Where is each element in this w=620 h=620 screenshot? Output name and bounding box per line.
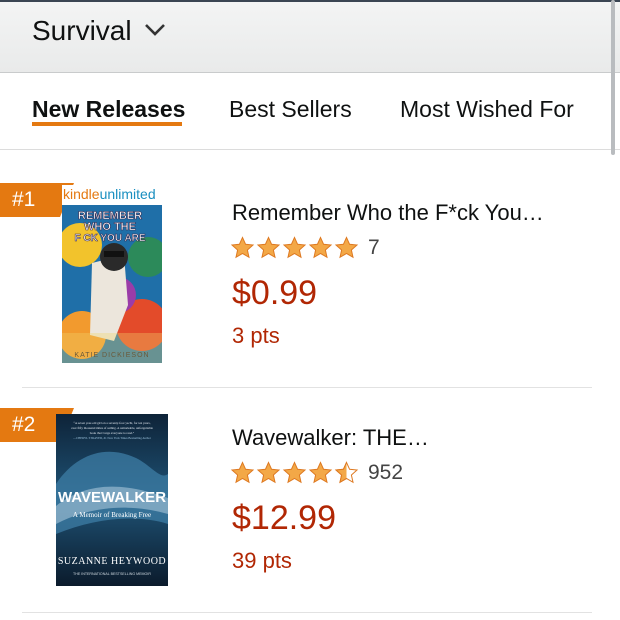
rank-badge: #1 — [0, 183, 74, 217]
star-full-icon — [282, 461, 307, 484]
star-full-icon — [334, 236, 359, 259]
cover-title: WAVEWALKER — [58, 489, 166, 506]
cover-tagline: THE INTERNATIONAL BESTSELLING MEMOIR — [73, 572, 151, 576]
rank-label: #1 — [12, 188, 36, 211]
list-item[interactable]: #2 “A seven year-old girl on a seventy-f… — [0, 388, 620, 614]
review-count[interactable]: 7 — [368, 236, 380, 260]
cover-title-line: WHO THE — [84, 221, 136, 233]
category-title[interactable]: Survival — [32, 14, 132, 48]
star-half-icon — [334, 461, 359, 484]
star-rating[interactable]: 7 — [230, 235, 380, 261]
star-full-icon — [308, 236, 333, 259]
cover-blurb: book that I urge everyone to read.” — [90, 431, 135, 435]
rank-label: #2 — [12, 413, 36, 436]
scrollbar[interactable] — [611, 0, 615, 155]
review-count[interactable]: 952 — [368, 461, 403, 485]
tab-bar: New Releases Best Sellers Most Wished Fo… — [0, 73, 620, 150]
kindle-unlimited-logo: kindleunlimited — [63, 186, 156, 202]
star-full-icon — [256, 461, 281, 484]
tab-best-sellers[interactable]: Best Sellers — [229, 95, 352, 123]
category-header: Survival — [0, 2, 620, 73]
star-full-icon — [282, 236, 307, 259]
star-full-icon — [230, 236, 255, 259]
book-cover[interactable]: kindleunlimited REMEMBER WHO THE F CK YO… — [62, 185, 162, 363]
rank-badge: #2 — [0, 408, 74, 442]
book-title[interactable]: Remember Who the F*ck You… — [232, 199, 544, 227]
star-full-icon — [256, 236, 281, 259]
price: $12.99 — [232, 499, 336, 537]
reward-points: 39 pts — [232, 548, 292, 573]
cover-author: KATIE DICKIESON — [74, 352, 149, 359]
chevron-down-icon[interactable] — [144, 22, 166, 38]
cover-subtitle: A Memoir of Breaking Free — [73, 511, 151, 519]
cover-title-line: F CK YOU ARE — [74, 233, 145, 244]
star-rating[interactable]: 952 — [230, 460, 403, 486]
book-cover[interactable]: “A seven year-old girl on a seventy-foot… — [56, 414, 168, 586]
tab-new-releases[interactable]: New Releases — [32, 95, 185, 123]
star-full-icon — [230, 461, 255, 484]
tab-most-wished-for[interactable]: Most Wished For — [400, 95, 574, 123]
price: $0.99 — [232, 274, 318, 312]
item-divider — [22, 612, 592, 613]
active-tab-indicator — [32, 122, 182, 126]
book-title[interactable]: Wavewalker: THE… — [232, 424, 429, 452]
cover-author: SUZANNE HEYWOOD — [58, 556, 166, 567]
list-item[interactable]: #1 kindleunlimited REMEMBER WHO THE F CK… — [0, 155, 620, 389]
reward-points: 3 pts — [232, 323, 280, 348]
star-full-icon — [308, 461, 333, 484]
